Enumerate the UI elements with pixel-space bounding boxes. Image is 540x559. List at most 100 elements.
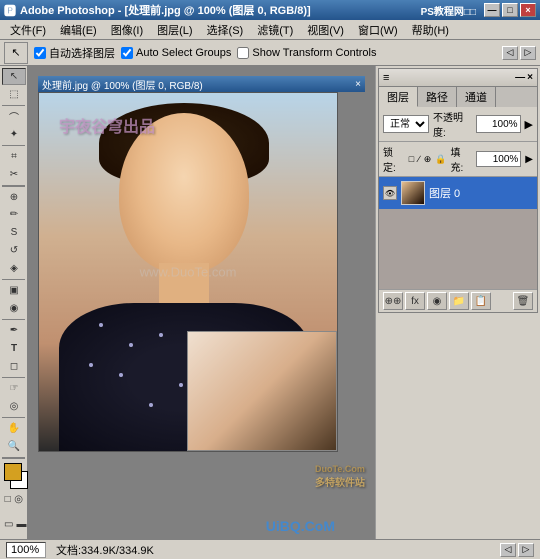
window-controls[interactable]: — □ × (484, 3, 536, 17)
notes-tool-icon[interactable]: ☞ (2, 380, 26, 397)
auto-select-label[interactable]: 自动选择图层 (34, 45, 115, 61)
history-tool-icon[interactable]: ↺ (2, 242, 26, 259)
lock-position-icon[interactable]: ⊕ (424, 154, 432, 165)
new-layer-button[interactable]: 📋 (471, 292, 491, 310)
layer-thumbnail (401, 181, 425, 205)
nav-back-button[interactable]: ◁ (502, 46, 518, 60)
auto-groups-label[interactable]: Auto Select Groups (121, 47, 231, 59)
sparkle-5 (119, 373, 123, 377)
close-button[interactable]: × (520, 3, 536, 17)
blend-mode-select[interactable]: 正常 (383, 115, 429, 133)
auto-select-checkbox[interactable] (34, 47, 46, 59)
left-toolbar: ↖ ⬚ ⌒ ✦ ⌗ ✂ ⊕ ✏ S ↺ ◈ ▣ ◉ ✒ T ◻ ☞ ◎ ✋ 🔍 … (0, 66, 28, 539)
eyedropper-icon[interactable]: ◎ (2, 398, 26, 415)
minimize-button[interactable]: — (484, 3, 500, 17)
gradient-tool-icon[interactable]: ▣ (2, 282, 26, 299)
zoom-display[interactable]: 100% (6, 542, 46, 558)
status-arrow-left[interactable]: ◁ (500, 543, 516, 557)
menu-image[interactable]: 图像(I) (105, 20, 149, 40)
menu-filter[interactable]: 滤镜(T) (251, 20, 299, 40)
canvas-close-icon[interactable]: × (355, 79, 361, 90)
panel-close-icon[interactable]: × (527, 72, 533, 83)
lasso-tool-icon[interactable]: ⌒ (2, 108, 26, 125)
standard-mode-icon[interactable]: □ (3, 489, 12, 511)
sparkle-1 (99, 323, 103, 327)
stamp-tool-icon[interactable]: S (2, 224, 26, 241)
move-tool-icon[interactable]: ↖ (2, 68, 26, 85)
new-group-button[interactable]: 📁 (449, 292, 469, 310)
opacity-input[interactable] (476, 115, 521, 133)
brush-tool-icon[interactable]: ✏ (2, 206, 26, 223)
layer-visibility-icon[interactable]: 👁 (383, 186, 397, 200)
move-tool-button[interactable]: ↖ (4, 42, 28, 64)
quick-mask-icon[interactable]: ◎ (13, 489, 24, 511)
right-panels: ≡ — × 图层 路径 通道 正常 不透明度: ▶ (375, 66, 540, 539)
tool-separator-2 (2, 145, 25, 146)
tab-layers[interactable]: 图层 (379, 87, 418, 107)
tool-separator-4 (2, 279, 25, 280)
fill-arrow[interactable]: ▶ (525, 154, 533, 165)
heal-tool-icon[interactable]: ⊕ (2, 189, 26, 206)
menu-view[interactable]: 视图(V) (301, 20, 350, 40)
blend-opacity-row: 正常 不透明度: ▶ (379, 107, 537, 142)
opacity-label: 不透明度: (433, 109, 472, 139)
layer-item[interactable]: 👁 图层 0 (379, 177, 537, 209)
transform-label[interactable]: Show Transform Controls (237, 47, 376, 59)
color-swatches[interactable] (4, 463, 23, 485)
panel-drag-icon: ≡ (383, 72, 389, 84)
shape-tool-icon[interactable]: ◻ (2, 358, 26, 375)
screen-mode-1-icon[interactable]: ▭ (3, 514, 14, 536)
magic-wand-icon[interactable]: ✦ (2, 126, 26, 143)
opacity-arrow[interactable]: ▶ (525, 118, 533, 131)
dodge-tool-icon[interactable]: ◉ (2, 300, 26, 317)
transform-checkbox[interactable] (237, 47, 249, 59)
canvas-image: 宇夜谷穹出品 www.DuoTe.com (38, 92, 338, 452)
portrait-face (119, 113, 249, 273)
panel-header: ≡ — × (379, 69, 537, 87)
screen-mode-2-icon[interactable]: ▬ (15, 514, 27, 536)
add-style-button[interactable]: fx (405, 292, 425, 310)
marquee-tool-icon[interactable]: ⬚ (2, 86, 26, 103)
add-mask-button[interactable]: ◉ (427, 292, 447, 310)
tool-separator-5 (2, 319, 25, 320)
link-layers-button[interactable]: ⊕⊕ (383, 292, 403, 310)
tab-paths[interactable]: 路径 (418, 87, 457, 107)
status-nav-buttons: ◁ ▷ (500, 543, 534, 557)
panel-minimize-icon[interactable]: — (515, 72, 525, 83)
nav-fwd-button[interactable]: ▷ (520, 46, 536, 60)
maximize-button[interactable]: □ (502, 3, 518, 17)
ps-label: PS教程网□□ (421, 3, 476, 18)
layer-name: 图层 0 (429, 185, 533, 201)
menu-layer[interactable]: 图层(L) (151, 20, 198, 40)
lock-pixels-icon[interactable]: ∕ (418, 154, 420, 164)
canvas-title-bar: 处理前.jpg @ 100% (图层 0, RGB/8) × (38, 76, 365, 92)
lock-all-icon[interactable]: 🔒 (435, 154, 446, 165)
pen-tool-icon[interactable]: ✒ (2, 322, 26, 339)
lock-transparent-icon[interactable]: □ (409, 154, 414, 164)
menu-file[interactable]: 文件(F) (4, 20, 52, 40)
nav-buttons: ◁ ▷ (502, 46, 536, 60)
status-arrow-right[interactable]: ▷ (518, 543, 534, 557)
layers-empty-area (379, 209, 537, 289)
fill-input[interactable] (476, 151, 521, 167)
eraser-tool-icon[interactable]: ◈ (2, 260, 26, 277)
doc-size: 文档:334.9K/334.9K (56, 542, 154, 558)
layer-thumb-bg (402, 182, 424, 204)
foreground-color[interactable] (4, 463, 22, 481)
panel-tabs: 图层 路径 通道 (379, 87, 537, 107)
menu-help[interactable]: 帮助(H) (406, 20, 455, 40)
hand-tool-icon[interactable]: ✋ (2, 420, 26, 437)
zoom-tool-icon[interactable]: 🔍 (2, 438, 26, 455)
tab-channels[interactable]: 通道 (457, 87, 496, 107)
auto-groups-checkbox[interactable] (121, 47, 133, 59)
delete-layer-button[interactable]: 🗑 (513, 292, 533, 310)
crop-tool-icon[interactable]: ⌗ (2, 148, 26, 165)
sparkle-4 (159, 333, 163, 337)
slice-tool-icon[interactable]: ✂ (2, 166, 26, 183)
status-bar: 100% 文档:334.9K/334.9K ◁ ▷ (0, 539, 540, 559)
menu-select[interactable]: 选择(S) (201, 20, 250, 40)
panel-bottom-buttons: ⊕⊕ fx ◉ 📁 📋 🗑 (379, 289, 537, 312)
type-tool-icon[interactable]: T (2, 340, 26, 357)
menu-edit[interactable]: 编辑(E) (54, 20, 103, 40)
menu-window[interactable]: 窗口(W) (352, 20, 404, 40)
